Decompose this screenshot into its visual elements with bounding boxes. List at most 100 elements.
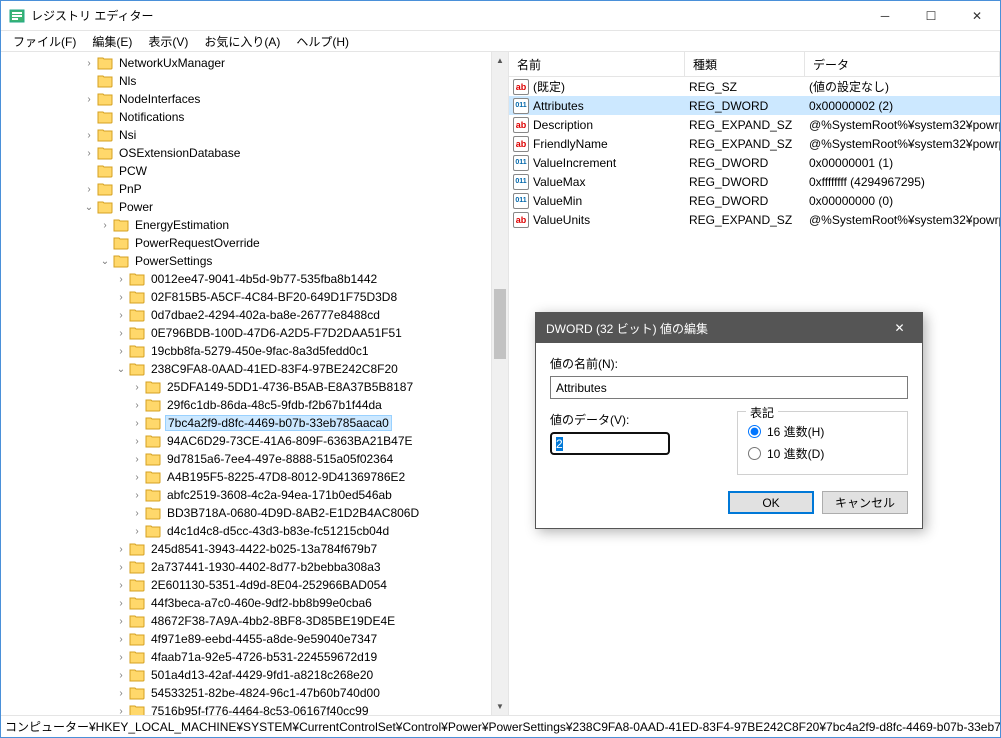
tree-twisty[interactable]: › bbox=[81, 148, 97, 159]
radio-hex[interactable] bbox=[748, 425, 761, 438]
menu-fav[interactable]: お気に入り(A) bbox=[196, 31, 288, 52]
tree-node[interactable]: ›02F815B5-A5CF-4C84-BF20-649D1F75D3D8 bbox=[1, 288, 508, 306]
value-data-input[interactable] bbox=[550, 432, 670, 455]
tree-node[interactable]: ›0E796BDB-100D-47D6-A2D5-F7D2DAA51F51 bbox=[1, 324, 508, 342]
tree-twisty[interactable]: › bbox=[129, 382, 145, 393]
tree-node[interactable]: ›EnergyEstimation bbox=[1, 216, 508, 234]
tree-twisty[interactable]: › bbox=[97, 220, 113, 231]
tree-node[interactable]: ›7bc4a2f9-d8fc-4469-b07b-33eb785aaca0 bbox=[1, 414, 508, 432]
tree-node[interactable]: ›BD3B718A-0680-4D9D-8AB2-E1D2B4AC806D bbox=[1, 504, 508, 522]
scroll-down-icon[interactable]: ▼ bbox=[492, 698, 508, 715]
value-row[interactable]: abFriendlyNameREG_EXPAND_SZ@%SystemRoot%… bbox=[509, 134, 1000, 153]
tree-twisty[interactable]: ⌄ bbox=[113, 364, 129, 375]
registry-tree[interactable]: ›NetworkUxManagerNls›NodeInterfacesNotif… bbox=[1, 52, 508, 715]
tree-twisty[interactable]: › bbox=[129, 454, 145, 465]
tree-twisty[interactable]: › bbox=[81, 58, 97, 69]
tree-node[interactable]: ›2a737441-1930-4402-8d77-b2bebba308a3 bbox=[1, 558, 508, 576]
tree-twisty[interactable]: › bbox=[113, 562, 129, 573]
tree-twisty[interactable]: › bbox=[113, 598, 129, 609]
scroll-up-icon[interactable]: ▲ bbox=[492, 52, 508, 69]
radio-dec[interactable] bbox=[748, 447, 761, 460]
tree-scrollbar[interactable]: ▲ ▼ bbox=[491, 52, 508, 715]
menu-edit[interactable]: 編集(E) bbox=[84, 31, 140, 52]
tree-node[interactable]: ›NodeInterfaces bbox=[1, 90, 508, 108]
tree-node[interactable]: ›44f3beca-a7c0-460e-9df2-bb8b99e0cba6 bbox=[1, 594, 508, 612]
tree-twisty[interactable]: › bbox=[129, 418, 145, 429]
tree-node[interactable]: ›501a4d13-42af-4429-9fd1-a8218c268e20 bbox=[1, 666, 508, 684]
tree-twisty[interactable]: › bbox=[113, 688, 129, 699]
value-name-input[interactable] bbox=[550, 376, 908, 399]
tree-twisty[interactable]: › bbox=[129, 490, 145, 501]
tree-twisty[interactable]: › bbox=[81, 184, 97, 195]
tree-node[interactable]: ›94AC6D29-73CE-41A6-809F-6363BA21B47E bbox=[1, 432, 508, 450]
tree-node[interactable]: ›9d7815a6-7ee4-497e-8888-515a05f02364 bbox=[1, 450, 508, 468]
tree-node[interactable]: Notifications bbox=[1, 108, 508, 126]
value-row[interactable]: abDescriptionREG_EXPAND_SZ@%SystemRoot%¥… bbox=[509, 115, 1000, 134]
close-button[interactable]: ✕ bbox=[954, 1, 1000, 31]
tree-twisty[interactable]: › bbox=[113, 616, 129, 627]
tree-node[interactable]: ›54533251-82be-4824-96c1-47b60b740d00 bbox=[1, 684, 508, 702]
tree-twisty[interactable]: ⌄ bbox=[81, 202, 97, 213]
tree-twisty[interactable]: › bbox=[129, 436, 145, 447]
tree-twisty[interactable]: › bbox=[113, 292, 129, 303]
tree-node[interactable]: ⌄PowerSettings bbox=[1, 252, 508, 270]
tree-twisty[interactable]: › bbox=[129, 508, 145, 519]
tree-node[interactable]: ›abfc2519-3608-4c2a-94ea-171b0ed546ab bbox=[1, 486, 508, 504]
tree-twisty[interactable]: › bbox=[129, 400, 145, 411]
ok-button[interactable]: OK bbox=[728, 491, 814, 514]
tree-node[interactable]: ›d4c1d4c8-d5cc-43d3-b83e-fc51215cb04d bbox=[1, 522, 508, 540]
tree-twisty[interactable]: › bbox=[113, 310, 129, 321]
tree-node[interactable]: ›Nsi bbox=[1, 126, 508, 144]
cancel-button[interactable]: キャンセル bbox=[822, 491, 908, 514]
menu-help[interactable]: ヘルプ(H) bbox=[288, 31, 357, 52]
tree-node[interactable]: ›4f971e89-eebd-4455-a8de-9e59040e7347 bbox=[1, 630, 508, 648]
tree-node[interactable]: ›PnP bbox=[1, 180, 508, 198]
value-row[interactable]: ab(既定)REG_SZ(値の設定なし) bbox=[509, 77, 1000, 96]
tree-node[interactable]: ›OSExtensionDatabase bbox=[1, 144, 508, 162]
tree-twisty[interactable]: › bbox=[113, 274, 129, 285]
minimize-button[interactable]: ─ bbox=[862, 1, 908, 31]
tree-twisty[interactable]: › bbox=[113, 634, 129, 645]
menu-file[interactable]: ファイル(F) bbox=[5, 31, 84, 52]
tree-twisty[interactable]: › bbox=[113, 328, 129, 339]
tree-twisty[interactable]: › bbox=[113, 706, 129, 716]
tree-twisty[interactable]: › bbox=[113, 580, 129, 591]
tree-twisty[interactable]: › bbox=[81, 94, 97, 105]
dialog-titlebar[interactable]: DWORD (32 ビット) 値の編集 ✕ bbox=[536, 313, 922, 343]
tree-node[interactable]: ›A4B195F5-8225-47D8-8012-9D41369786E2 bbox=[1, 468, 508, 486]
tree-twisty[interactable]: › bbox=[129, 526, 145, 537]
tree-node[interactable]: ⌄238C9FA8-0AAD-41ED-83F4-97BE242C8F20 bbox=[1, 360, 508, 378]
tree-twisty[interactable]: › bbox=[113, 544, 129, 555]
tree-twisty[interactable]: › bbox=[129, 472, 145, 483]
tree-node[interactable]: ›245d8541-3943-4422-b025-13a784f679b7 bbox=[1, 540, 508, 558]
tree-node[interactable]: ›0d7dbae2-4294-402a-ba8e-26777e8488cd bbox=[1, 306, 508, 324]
tree-node[interactable]: ›29f6c1db-86da-48c5-9fdb-f2b67b1f44da bbox=[1, 396, 508, 414]
dialog-close-button[interactable]: ✕ bbox=[877, 313, 922, 343]
tree-node[interactable]: ›2E601130-5351-4d9d-8E04-252966BAD054 bbox=[1, 576, 508, 594]
tree-node[interactable]: ›4faab71a-92e5-4726-b531-224559672d19 bbox=[1, 648, 508, 666]
tree-node[interactable]: ›NetworkUxManager bbox=[1, 54, 508, 72]
col-name[interactable]: 名前 bbox=[509, 52, 685, 76]
value-list[interactable]: ab(既定)REG_SZ(値の設定なし)011AttributesREG_DWO… bbox=[509, 77, 1000, 229]
value-row[interactable]: 011AttributesREG_DWORD0x00000002 (2) bbox=[509, 96, 1000, 115]
tree-node[interactable]: PowerRequestOverride bbox=[1, 234, 508, 252]
tree-node[interactable]: PCW bbox=[1, 162, 508, 180]
tree-twisty[interactable]: › bbox=[81, 130, 97, 141]
value-row[interactable]: 011ValueIncrementREG_DWORD0x00000001 (1) bbox=[509, 153, 1000, 172]
tree-twisty[interactable]: › bbox=[113, 346, 129, 357]
tree-node[interactable]: ⌄Power bbox=[1, 198, 508, 216]
tree-node[interactable]: ›48672F38-7A9A-4bb2-8BF8-3D85BE19DE4E bbox=[1, 612, 508, 630]
col-data[interactable]: データ bbox=[805, 52, 1000, 76]
tree-node[interactable]: ›25DFA149-5DD1-4736-B5AB-E8A37B5B8187 bbox=[1, 378, 508, 396]
tree-twisty[interactable]: › bbox=[113, 670, 129, 681]
value-row[interactable]: 011ValueMaxREG_DWORD0xffffffff (42949672… bbox=[509, 172, 1000, 191]
value-row[interactable]: 011ValueMinREG_DWORD0x00000000 (0) bbox=[509, 191, 1000, 210]
value-row[interactable]: abValueUnitsREG_EXPAND_SZ@%SystemRoot%¥s… bbox=[509, 210, 1000, 229]
tree-twisty[interactable]: › bbox=[113, 652, 129, 663]
tree-node[interactable]: ›0012ee47-9041-4b5d-9b77-535fba8b1442 bbox=[1, 270, 508, 288]
scroll-thumb[interactable] bbox=[494, 289, 506, 359]
tree-node[interactable]: ›19cbb8fa-5279-450e-9fac-8a3d5fedd0c1 bbox=[1, 342, 508, 360]
menu-view[interactable]: 表示(V) bbox=[140, 31, 196, 52]
tree-node[interactable]: ›7516b95f-f776-4464-8c53-06167f40cc99 bbox=[1, 702, 508, 715]
tree-twisty[interactable]: ⌄ bbox=[97, 256, 113, 267]
